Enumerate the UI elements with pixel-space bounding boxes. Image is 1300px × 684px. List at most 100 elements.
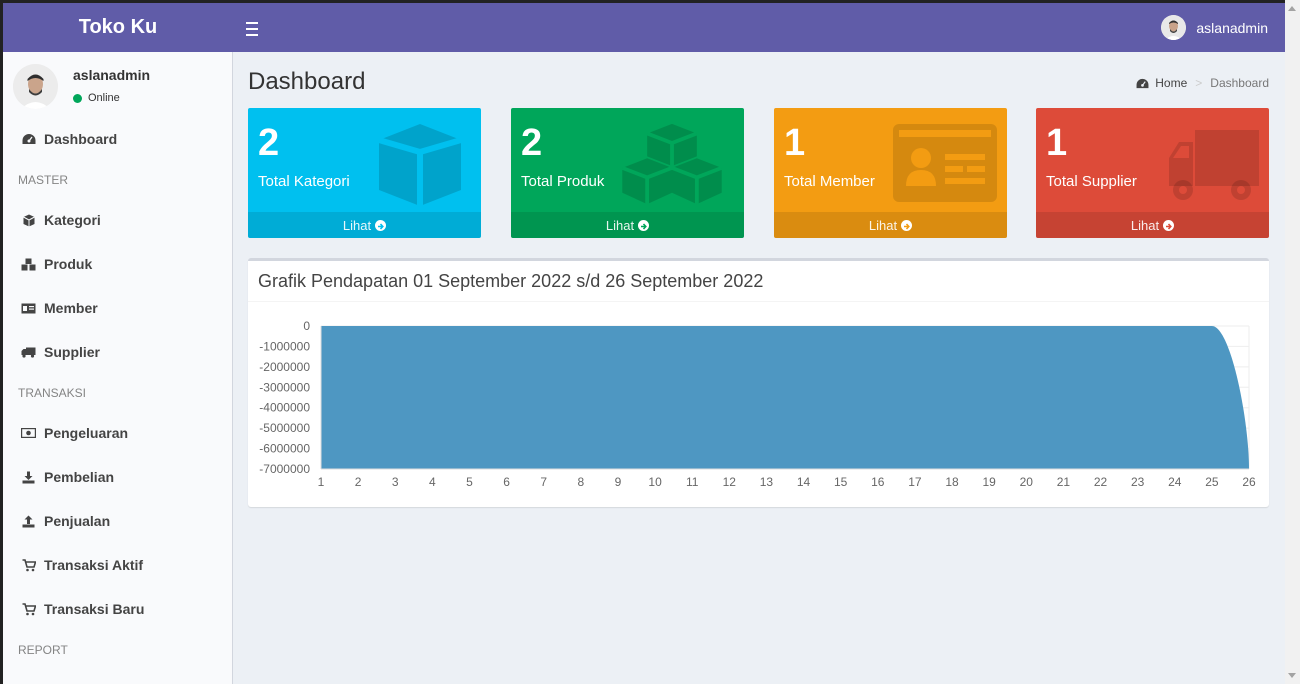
y-tick-label: -7000000: [259, 462, 310, 476]
upload-icon: [21, 514, 36, 528]
online-dot-icon: [73, 93, 82, 103]
x-tick-label: 18: [945, 475, 959, 489]
x-tick-label: 5: [466, 475, 473, 489]
dashboard-icon: [1136, 78, 1149, 89]
card-link-label: Lihat: [605, 217, 635, 233]
sidebar-item-transaksi-baru[interactable]: Transaksi Baru: [3, 587, 232, 631]
breadcrumb-separator: >: [1195, 76, 1203, 90]
x-tick-label: 17: [908, 475, 922, 489]
cube-icon: [21, 213, 36, 227]
sidebar-item-produk[interactable]: Produk: [3, 242, 232, 286]
x-tick-label: 24: [1168, 475, 1182, 489]
sidebar-item-member[interactable]: Member: [3, 286, 232, 330]
sidebar-item-kategori[interactable]: Kategori: [3, 198, 232, 242]
card-value: 1: [784, 122, 806, 164]
sidebar-item-label: Produk: [44, 256, 93, 272]
menu-header-master: MASTER: [18, 173, 69, 187]
y-tick-label: -1000000: [259, 339, 310, 353]
y-tick-label: -6000000: [259, 442, 310, 456]
sidebar-item-pembelian[interactable]: Pembelian: [3, 455, 232, 499]
truck-icon: [1169, 130, 1259, 200]
sidebar-item-label: Pengeluaran: [44, 425, 129, 441]
scroll-down-icon[interactable]: [1288, 673, 1296, 678]
sidebar-item-label: Transaksi Baru: [44, 601, 145, 617]
avatar: [13, 64, 58, 109]
sidebar-item-label: Dashboard: [44, 131, 118, 147]
sidebar-item-penjualan[interactable]: Penjualan: [3, 499, 232, 543]
app-logo[interactable]: Toko Ku: [3, 3, 233, 52]
card-label: Total Member: [784, 173, 875, 190]
user-menu[interactable]: aslanadmin: [1161, 3, 1268, 52]
x-tick-label: 16: [871, 475, 885, 489]
arrow-circle-right-icon: [901, 219, 913, 231]
card-link-lihat[interactable]: Lihat: [1036, 212, 1269, 238]
card-link-lihat[interactable]: Lihat: [248, 212, 481, 238]
menu-header-transaksi: TRANSAKSI: [18, 386, 87, 400]
truck-icon: [21, 345, 36, 359]
x-tick-label: 22: [1094, 475, 1108, 489]
card-label: Total Kategori: [258, 173, 350, 190]
x-tick-label: 10: [648, 475, 662, 489]
breadcrumb-current: Dashboard: [1210, 76, 1269, 90]
revenue-chart: 0 -1000000 -2000000 -3000000 -4000000 -500000…: [259, 319, 1256, 489]
card-total-member: 1 Total Member Lihat: [774, 108, 1007, 238]
arrow-circle-right-icon: [375, 219, 387, 231]
x-tick-label: 7: [540, 475, 547, 489]
cube-icon: [378, 124, 462, 206]
card-total-kategori: 2 Total Kategori Lihat: [248, 108, 481, 238]
x-tick-label: 21: [1057, 475, 1071, 489]
card-label: Total Supplier: [1046, 173, 1137, 190]
x-tick-label: 4: [429, 475, 436, 489]
card-value: 2: [258, 122, 280, 164]
x-tick-label: 1: [318, 475, 325, 489]
y-tick-label: -3000000: [259, 380, 310, 394]
sidebar-item-supplier[interactable]: Supplier: [3, 330, 232, 374]
cart-icon: [21, 602, 36, 616]
y-tick-label: 0: [303, 319, 310, 333]
arrow-circle-right-icon: [638, 219, 650, 231]
y-tick-label: -5000000: [259, 421, 310, 435]
x-tick-label: 26: [1242, 475, 1256, 489]
sidebar-item-label: Transaksi Aktif: [44, 557, 144, 573]
sidebar-item-label: Penjualan: [44, 513, 111, 529]
x-tick-label: 25: [1205, 475, 1219, 489]
x-tick-label: 6: [503, 475, 510, 489]
scroll-up-icon[interactable]: [1288, 6, 1296, 11]
card-total-produk: 2 Total Produk Lihat: [511, 108, 744, 238]
sidebar-item-label: Member: [44, 300, 98, 316]
header-username: aslanadmin: [1196, 19, 1268, 36]
sidebar-item-pengeluaran[interactable]: Pengeluaran: [3, 411, 232, 455]
sidebar-item-transaksi-aktif[interactable]: Transaksi Aktif: [3, 543, 232, 587]
arrow-circle-right-icon: [1163, 219, 1175, 231]
dashboard-icon: [21, 132, 36, 146]
id-card-icon: [21, 301, 36, 315]
x-tick-label: 3: [392, 475, 399, 489]
sidebar: aslanadmin Online Dashboard MASTER Kateg…: [3, 52, 233, 684]
sidebar-item-dashboard[interactable]: Dashboard: [3, 117, 232, 161]
x-tick-label: 12: [723, 475, 737, 489]
download-icon: [21, 470, 36, 484]
status-label: Online: [88, 92, 120, 104]
x-tick-label: 9: [615, 475, 622, 489]
breadcrumb-home-link[interactable]: Home: [1155, 76, 1187, 90]
status-badge: Online: [73, 92, 120, 104]
card-link-lihat[interactable]: Lihat: [511, 212, 744, 238]
cart-icon: [21, 558, 36, 572]
card-link-label: Lihat: [342, 217, 372, 233]
chart-box: Grafik Pendapatan 01 September 2022 s/d …: [248, 258, 1269, 507]
sidebar-item-label: Kategori: [44, 212, 101, 228]
sidebar-username: aslanadmin: [73, 67, 151, 83]
x-tick-label: 8: [577, 475, 584, 489]
card-link-label: Lihat: [1130, 217, 1160, 233]
page-scrollbar[interactable]: [1285, 0, 1300, 684]
id-card-icon: [893, 124, 997, 202]
y-tick-label: -4000000: [259, 401, 310, 415]
y-tick-label: -2000000: [259, 360, 310, 374]
sidebar-toggle-icon[interactable]: [246, 17, 262, 37]
x-tick-label: 23: [1131, 475, 1145, 489]
card-value: 1: [1046, 122, 1068, 164]
card-link-lihat[interactable]: Lihat: [774, 212, 1007, 238]
sidebar-item-label: Supplier: [44, 344, 101, 360]
money-icon: [21, 426, 36, 440]
x-tick-label: 19: [982, 475, 996, 489]
